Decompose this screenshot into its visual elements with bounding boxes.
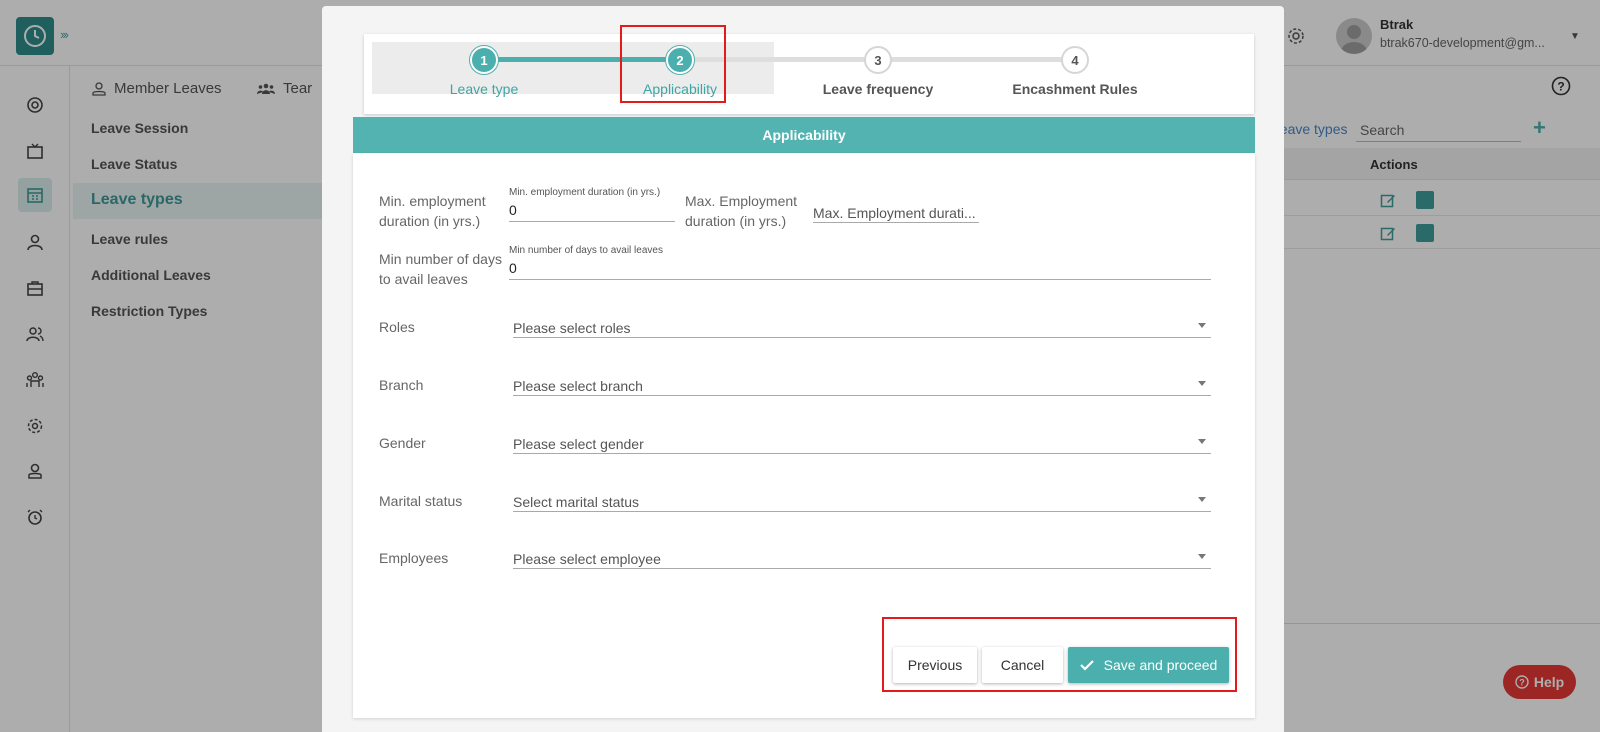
select-underline: [513, 511, 1211, 512]
min-employment-label: Min. employment duration (in yrs.): [379, 193, 486, 229]
chevron-down-icon[interactable]: [1198, 381, 1206, 386]
roles-label: Roles: [379, 319, 415, 335]
max-employment-label: Max. Employment duration (in yrs.): [685, 193, 798, 229]
step-4-circle[interactable]: 4: [1061, 46, 1089, 74]
input-underline: [813, 222, 979, 223]
highlight-buttons-box: [882, 617, 1237, 692]
employees-label: Employees: [379, 550, 449, 566]
step-1-circle[interactable]: 1: [470, 46, 498, 74]
roles-select[interactable]: Please select roles: [513, 320, 631, 336]
select-underline: [513, 395, 1211, 396]
select-underline: [513, 568, 1211, 569]
step-1-label[interactable]: Leave type: [384, 81, 584, 97]
step-3-label[interactable]: Leave frequency: [778, 81, 978, 97]
chevron-down-icon[interactable]: [1198, 439, 1206, 444]
step-connector: [880, 57, 1080, 62]
max-employment-input[interactable]: Max. Employment durati...: [813, 205, 976, 221]
select-underline: [513, 337, 1211, 338]
input-underline: [509, 221, 675, 222]
section-title: Applicability: [353, 117, 1255, 153]
branch-label: Branch: [379, 377, 424, 393]
marital-status-label: Marital status: [379, 493, 463, 509]
chevron-down-icon[interactable]: [1198, 323, 1206, 328]
stepper: 1 Leave type 2 Applicability 3 Leave fre…: [364, 34, 1254, 114]
min-employment-float-label: Min. employment duration (in yrs.): [509, 187, 661, 198]
min-employment-input[interactable]: 0: [509, 202, 517, 218]
gender-label: Gender: [379, 435, 426, 451]
step-3-circle[interactable]: 3: [864, 46, 892, 74]
select-underline: [513, 453, 1211, 454]
leave-type-dialog: 1 Leave type 2 Applicability 3 Leave fre…: [322, 6, 1284, 732]
highlight-step-box: [620, 25, 726, 103]
min-days-input[interactable]: 0: [509, 260, 517, 276]
input-underline: [509, 279, 1211, 280]
min-days-label: Min number of days to avail leaves: [379, 251, 502, 287]
branch-select[interactable]: Please select branch: [513, 378, 643, 394]
chevron-down-icon[interactable]: [1198, 554, 1206, 559]
gender-select[interactable]: Please select gender: [513, 436, 644, 452]
step-4-label[interactable]: Encashment Rules: [975, 81, 1175, 97]
min-days-float-label: Min number of days to avail leaves: [509, 245, 663, 256]
chevron-down-icon[interactable]: [1198, 497, 1206, 502]
marital-status-select[interactable]: Select marital status: [513, 494, 639, 510]
employees-select[interactable]: Please select employee: [513, 551, 661, 567]
